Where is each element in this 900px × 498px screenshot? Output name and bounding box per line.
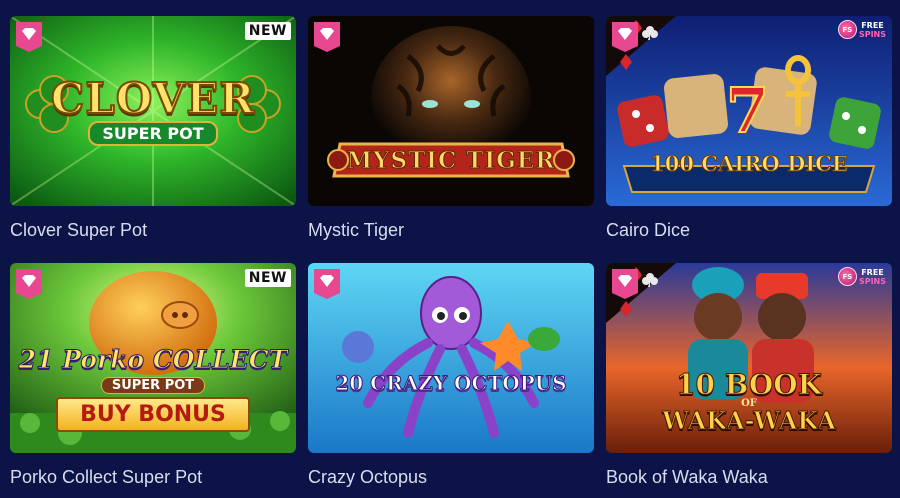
new-badge: NEW xyxy=(244,269,291,287)
free-spins-label: SPINS xyxy=(858,29,886,39)
game-logo: 21 Porko COLLECT SUPER POT BUY BONUS xyxy=(10,345,296,432)
buy-bonus-label: BUY BONUS xyxy=(56,397,250,432)
free-spins-label: FREE xyxy=(861,267,884,277)
game-logo: 20 CRAZY OCTOPUS xyxy=(308,371,594,396)
game-thumbnail[interactable]: FS FREE SPINS 10 BOOK OF WAKA-WAKA xyxy=(606,263,892,453)
fs-logo: FS xyxy=(837,20,857,39)
game-logo-main: 21 Porko COLLECT xyxy=(18,345,288,375)
game-title[interactable]: Crazy Octopus xyxy=(308,467,427,488)
game-card-book-of-waka-waka[interactable]: FS FREE SPINS 10 BOOK OF WAKA-WAKA Book … xyxy=(606,263,892,487)
game-title[interactable]: Mystic Tiger xyxy=(308,220,404,241)
game-logo: MYSTIC TIGER xyxy=(308,147,594,175)
game-card-clover-super-pot[interactable]: NEW CLOVER SUPER POT Clover Super Pot xyxy=(10,16,296,240)
diamond-gem-icon xyxy=(314,269,340,299)
game-thumbnail[interactable]: NEW CLOVER SUPER POT xyxy=(10,16,296,206)
game-title[interactable]: Book of Waka Waka xyxy=(606,467,768,488)
game-thumbnail[interactable]: NEW 21 Porko COLLECT SUPER POT BUY BONUS xyxy=(10,263,296,453)
game-logo: 10 BOOK OF WAKA-WAKA xyxy=(606,368,892,435)
free-spins-label: SPINS xyxy=(858,276,886,286)
game-card-crazy-octopus[interactable]: 20 CRAZY OCTOPUS Crazy Octopus xyxy=(308,263,594,487)
game-logo-sub: SUPER POT xyxy=(100,377,206,394)
game-grid: NEW CLOVER SUPER POT Clover Super Pot MY… xyxy=(0,0,900,498)
game-card-porko-collect-super-pot[interactable]: NEW 21 Porko COLLECT SUPER POT BUY BONUS… xyxy=(10,263,296,487)
game-logo-main: 100 CAIRO DICE xyxy=(650,151,849,177)
game-logo-main: MYSTIC TIGER xyxy=(346,147,556,175)
diamond-gem-icon xyxy=(16,269,42,299)
game-thumbnail[interactable]: 20 CRAZY OCTOPUS xyxy=(308,263,594,453)
game-title[interactable]: Clover Super Pot xyxy=(10,220,147,241)
new-badge: NEW xyxy=(244,22,291,40)
free-spins-icon: FS FREE SPINS xyxy=(837,267,886,286)
diamond-gem-icon xyxy=(612,269,638,299)
game-logo-main: CLOVER xyxy=(50,73,256,124)
game-logo-main: 20 CRAZY OCTOPUS xyxy=(335,371,567,396)
game-title[interactable]: Cairo Dice xyxy=(606,220,690,241)
game-thumbnail[interactable]: 7 FS FREE SPINS 100 CAIRO DICE xyxy=(606,16,892,206)
game-thumbnail[interactable]: MYSTIC TIGER xyxy=(308,16,594,206)
diamond-gem-icon xyxy=(612,22,638,52)
game-logo-sub: SUPER POT xyxy=(88,121,218,146)
game-card-cairo-dice[interactable]: 7 FS FREE SPINS 100 CAIRO DICE Cairo Dic… xyxy=(606,16,892,240)
game-card-mystic-tiger[interactable]: MYSTIC TIGER Mystic Tiger xyxy=(308,16,594,240)
free-spins-icon: FS FREE SPINS xyxy=(837,20,886,39)
game-logo-main: 10 BOOK xyxy=(675,368,822,401)
svg-text:7: 7 xyxy=(726,74,769,147)
game-logo: CLOVER SUPER POT xyxy=(10,73,296,146)
game-logo-sub: WAKA-WAKA xyxy=(662,406,837,435)
fs-logo: FS xyxy=(837,267,857,286)
diamond-gem-icon xyxy=(16,22,42,52)
game-logo: 100 CAIRO DICE xyxy=(606,151,892,177)
free-spins-label: FREE xyxy=(861,20,884,30)
game-title[interactable]: Porko Collect Super Pot xyxy=(10,467,202,488)
diamond-gem-icon xyxy=(314,22,340,52)
